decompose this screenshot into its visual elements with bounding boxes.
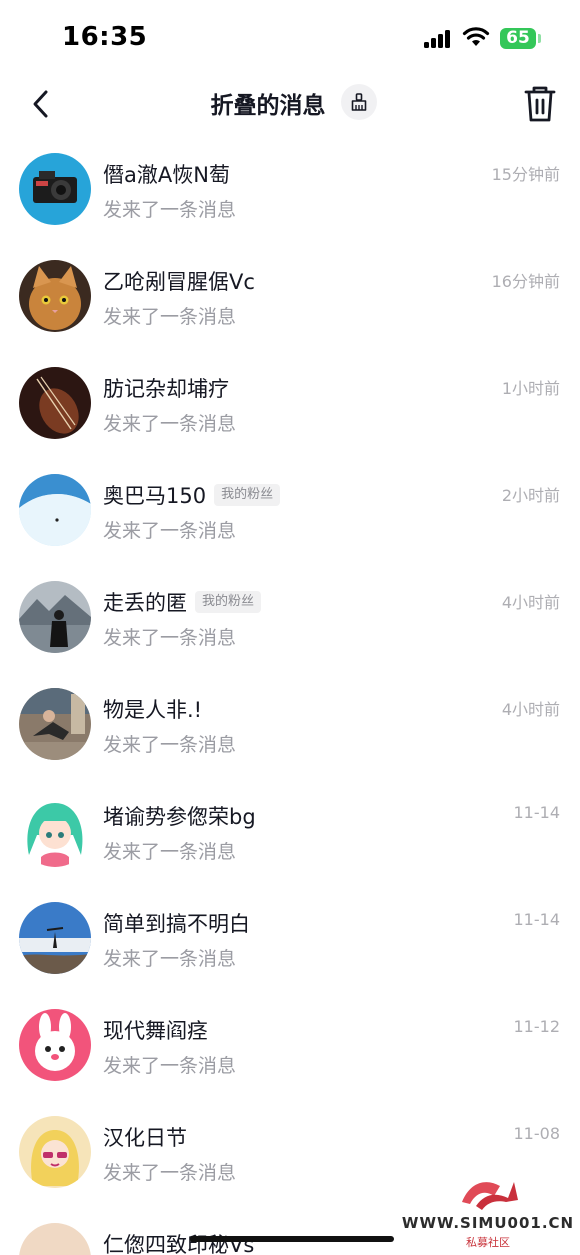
message-preview: 发来了一条消息 [103,199,237,221]
avatar[interactable] [19,795,91,867]
nav-bar: 折叠的消息 [0,76,580,134]
sender-name: 简单到搞不明白 [103,912,250,936]
simu-logo-icon [462,1182,518,1210]
mountain-top-avatar-image [19,902,91,974]
name-line: 简单到搞不明白 [103,908,250,938]
battery-cap [538,34,541,43]
message-time: 15分钟前 [491,165,560,184]
avatar[interactable] [19,902,91,974]
name-line: 奥巴马150 我的粉丝 [103,480,281,510]
message-row[interactable]: 奥巴马150 我的粉丝发来了一条消息 2小时前 [0,457,580,564]
sender-name: 仁偬四致印秘Vs [103,1233,255,1255]
name-line: 现代舞阎痉 [103,1015,208,1045]
status-bar: 16:35 65 [0,0,580,76]
folded-messages-screen: 16:35 65 折叠的消息 僭a澈A恢N萄 发来了一条消息 15分钟前 乙呛剐… [0,0,580,1255]
message-preview: 发来了一条消息 [103,734,237,756]
avatar[interactable] [19,474,91,546]
sender-name: 乙呛剐冒腥倨Vc [103,270,255,294]
cellular-signal-icon [424,30,454,48]
avatar[interactable] [19,1223,91,1255]
sender-name: 奥巴马150 [103,484,207,508]
message-preview: 发来了一条消息 [103,948,237,970]
avatar[interactable] [19,581,91,653]
message-time: 11-14 [513,803,561,822]
camera-avatar-image [19,153,91,225]
name-line: 肪记杂却埔疗 [103,373,229,403]
home-indicator [190,1236,394,1242]
violin-avatar-image [19,367,91,439]
message-time: 4小时前 [501,593,560,612]
name-line: 仁偬四致印秘Vs [103,1229,254,1255]
avatar[interactable] [19,260,91,332]
status-time: 16:35 [62,22,148,52]
dog-avatar-image [19,1223,91,1255]
message-row[interactable]: 现代舞阎痉发来了一条消息 11-12 [0,992,580,1099]
person-street-avatar-image [19,688,91,760]
message-preview: 发来了一条消息 [103,627,237,649]
message-row[interactable]: 僭a澈A恢N萄 发来了一条消息 15分钟前 [0,136,580,243]
avatar[interactable] [19,1009,91,1081]
message-time: 11-12 [513,1017,561,1036]
sender-name: 汉化日节 [103,1126,187,1150]
avatar[interactable] [19,1116,91,1188]
message-row[interactable]: 物是人非.! 发来了一条消息 4小时前 [0,671,580,778]
trash-button[interactable] [522,84,558,124]
sender-name: 堵谕势参偬荣bg [103,805,256,829]
watermark: WWW.SIMU001.CN 私募社区 [400,1172,576,1252]
avatar[interactable] [19,153,91,225]
avatar[interactable] [19,688,91,760]
ice-cave-avatar-image [19,474,91,546]
message-preview: 发来了一条消息 [103,520,237,542]
message-preview: 发来了一条消息 [103,1162,237,1184]
follower-tag: 我的粉丝 [195,591,262,613]
message-preview: 发来了一条消息 [103,841,237,863]
message-time: 11-08 [513,1124,561,1143]
broom-icon [351,93,367,111]
battery-icon: 65 [500,28,536,49]
name-line: 僭a澈A恢N萄 [103,159,230,189]
sender-name: 走丢的匿 [103,591,187,615]
follower-tag: 我的粉丝 [214,484,281,506]
message-preview: 发来了一条消息 [103,306,237,328]
lake-girl-avatar-image [19,581,91,653]
cat-avatar-image [19,260,91,332]
message-preview: 发来了一条消息 [103,413,237,435]
message-time: 1小时前 [501,379,560,398]
folded-message-list: 僭a澈A恢N萄 发来了一条消息 15分钟前乙呛剐冒腥倨Vc 发来了一条消息 16分钟前肪… [0,136,580,1255]
name-line: 乙呛剐冒腥倨Vc [103,266,255,296]
sender-name: 僭a澈A恢N萄 [103,163,230,187]
message-time: 16分钟前 [491,272,560,291]
name-line: 堵谕势参偬荣bg [103,801,256,831]
message-row[interactable]: 肪记杂却埔疗 发来了一条消息 1小时前 [0,350,580,457]
sender-name: 现代舞阎痉 [103,1019,208,1043]
sender-name: 肪记杂却埔疗 [103,377,229,401]
message-time: 4小时前 [501,700,560,719]
wifi-icon [462,27,490,46]
message-row[interactable]: 乙呛剐冒腥倨Vc 发来了一条消息 16分钟前 [0,243,580,350]
clean-broom-button[interactable] [341,84,377,120]
message-row[interactable]: 走丢的匿 我的粉丝发来了一条消息 4小时前 [0,564,580,671]
anime-girl-avatar-image [19,795,91,867]
name-line: 物是人非.! [103,694,202,724]
sender-name: 物是人非.! [103,698,203,722]
pink-bunny-avatar-image [19,1009,91,1081]
message-time: 11-14 [513,910,561,929]
message-preview: 发来了一条消息 [103,1055,237,1077]
message-row[interactable]: 简单到搞不明白 发来了一条消息 11-14 [0,885,580,992]
watermark-subtext: 私募社区 [466,1236,510,1249]
page-title: 折叠的消息 [210,93,326,119]
message-row[interactable]: 堵谕势参偬荣bg 发来了一条消息 11-14 [0,778,580,885]
name-line: 走丢的匿 我的粉丝 [103,587,262,617]
name-line: 汉化日节 [103,1122,187,1152]
avatar[interactable] [19,367,91,439]
cartoon-girl-avatar-image [19,1116,91,1188]
message-time: 2小时前 [501,486,560,505]
watermark-text: WWW.SIMU001.CN [401,1214,575,1232]
